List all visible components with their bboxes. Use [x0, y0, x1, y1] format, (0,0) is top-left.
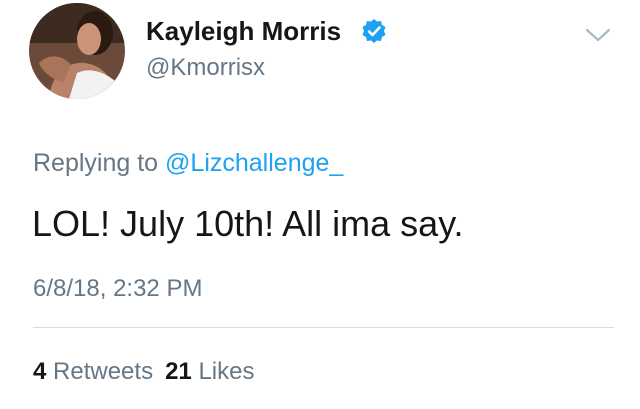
user-handle[interactable]: @Kmorrisx: [146, 53, 265, 83]
verified-badge-icon: [362, 19, 386, 43]
retweets-label: Retweets: [53, 358, 154, 385]
display-name[interactable]: Kayleigh Morris: [146, 15, 341, 47]
likes-count: 21: [165, 358, 192, 385]
retweets-stat[interactable]: 4 Retweets: [33, 358, 153, 385]
tweet-text: LOL! July 10th! All ima say.: [32, 203, 464, 244]
reply-mention-link[interactable]: @Lizchallenge_: [165, 149, 343, 177]
likes-label: Likes: [198, 358, 255, 385]
likes-stat[interactable]: 21 Likes: [165, 358, 254, 385]
replying-to-prefix: Replying to: [33, 149, 166, 177]
retweets-count: 4: [33, 358, 47, 385]
profile-photo: [29, 3, 125, 99]
tweet-stats: 4 Retweets 21 Likes: [33, 357, 254, 387]
chevron-down-icon[interactable]: [585, 27, 611, 43]
avatar[interactable]: [29, 3, 125, 99]
replying-to-line: Replying to @Lizchallenge_: [33, 147, 343, 179]
tweet-timestamp[interactable]: 6/8/18, 2:32 PM: [33, 274, 202, 304]
divider: [33, 327, 614, 328]
